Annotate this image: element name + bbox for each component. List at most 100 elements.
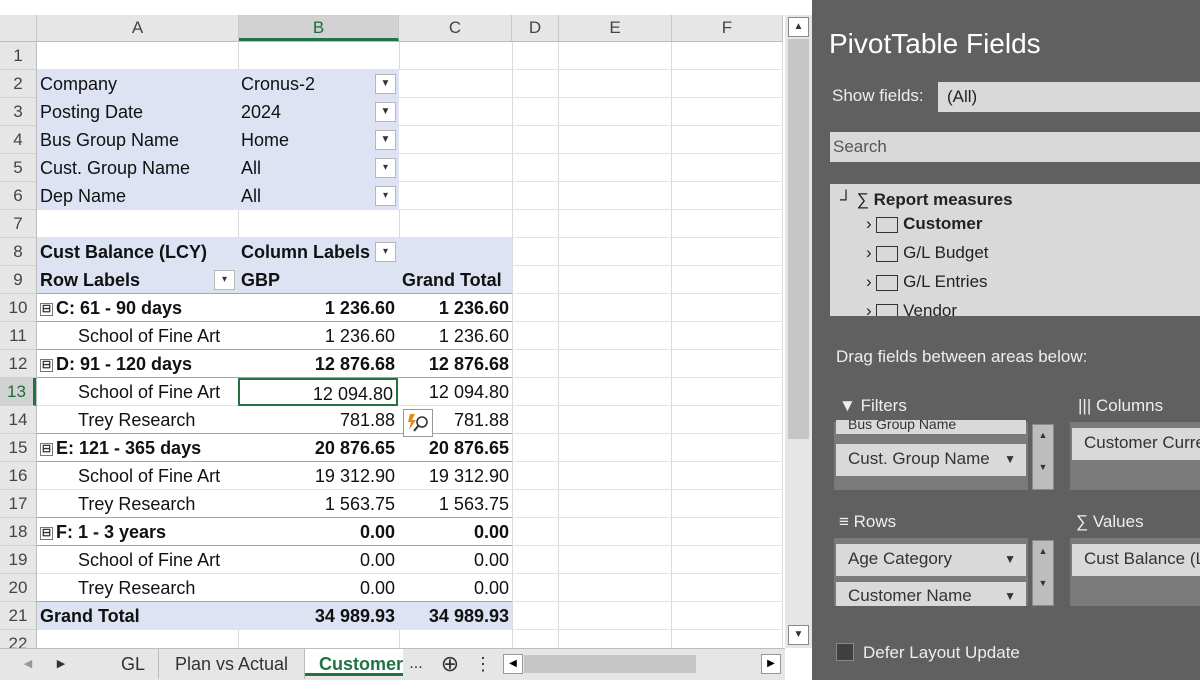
search-input[interactable]: Search [830, 132, 1200, 162]
field-pill[interactable]: Cust. Group Name ▼ [836, 444, 1026, 476]
row-header[interactable]: 18 [0, 518, 36, 546]
funnel-dropdown-icon[interactable]: ▼ [375, 74, 396, 94]
row-header[interactable]: 3 [0, 98, 36, 126]
hscroll-right-icon[interactable]: ▶ [761, 654, 781, 674]
spreadsheet-area: A B C D E F 1 2 3 4 5 6 7 8 9 10 11 12 1… [0, 0, 812, 680]
row-header[interactable]: 14 [0, 406, 36, 434]
row-header[interactable]: 9 [0, 266, 36, 294]
tab-menu-icon[interactable]: ⋮ [470, 649, 496, 679]
tree-root[interactable]: ┘ ∑ Report measures [840, 190, 1013, 210]
field-pill[interactable]: Customer Name ▼ [836, 582, 1026, 606]
scroll-up-icon[interactable]: ▲ [1033, 425, 1053, 457]
collapse-icon[interactable]: ⊟ [40, 442, 53, 456]
funnel-dropdown-icon[interactable]: ▼ [375, 130, 396, 150]
scroll-down-icon[interactable]: ▼ [1033, 457, 1053, 489]
row-header[interactable]: 8 [0, 238, 36, 266]
chevron-down-icon[interactable]: ▾ [375, 158, 396, 178]
collapse-icon[interactable]: ⊟ [40, 302, 53, 316]
chevron-down-icon[interactable]: ▼ [1004, 444, 1016, 474]
tab-scroll-right-icon[interactable]: ▶ [47, 649, 75, 679]
field-pill[interactable]: Cust Balance (LC [1072, 544, 1200, 576]
row-header[interactable]: 20 [0, 574, 36, 602]
row-header[interactable]: 10 [0, 294, 36, 322]
tree-item-customer[interactable]: › Customer [866, 214, 983, 234]
filter-value: All [241, 186, 262, 206]
scroll-thumb[interactable] [788, 39, 809, 439]
expand-icon[interactable]: › [866, 214, 872, 233]
vertical-scrollbar[interactable]: ▲ ▼ [785, 15, 812, 648]
chevron-down-icon[interactable]: ▼ [1004, 544, 1016, 574]
active-cell[interactable]: 12 094.80 [238, 378, 398, 406]
add-sheet-icon[interactable]: ⊕ [436, 649, 464, 679]
tab-customer[interactable]: Customer [305, 649, 403, 676]
pivot-group-row[interactable]: ⊟ C: 61 - 90 days [37, 294, 237, 322]
values-area-title: ∑ Values [1076, 512, 1144, 531]
row-header[interactable]: 21 [0, 602, 36, 630]
tab-plan-vs-actual[interactable]: Plan vs Actual [159, 649, 305, 679]
pivot-cell: 1 236.60 [324, 326, 395, 346]
row-header[interactable]: 19 [0, 546, 36, 574]
tree-item-gl-entries[interactable]: › G/L Entries [866, 272, 988, 292]
column-header-e[interactable]: E [559, 15, 672, 41]
collapse-tree-icon[interactable]: ┘ [840, 190, 852, 209]
funnel-icon: ▼ [839, 396, 856, 415]
row-header[interactable]: 4 [0, 126, 36, 154]
chevron-down-icon[interactable]: ▼ [1004, 582, 1016, 606]
quick-analysis-icon[interactable] [403, 409, 433, 437]
row-header[interactable]: 2 [0, 70, 36, 98]
column-header-f[interactable]: F [672, 15, 783, 41]
column-header-a[interactable]: A [37, 15, 239, 41]
pivot-group-row[interactable]: ⊟ D: 91 - 120 days [37, 350, 237, 378]
row-header[interactable]: 6 [0, 182, 36, 210]
row-header[interactable]: 1 [0, 42, 36, 70]
scroll-down-icon[interactable]: ▼ [1033, 573, 1053, 605]
row-header[interactable]: 12 [0, 350, 36, 378]
column-labels-dropdown-icon[interactable]: ▾ [375, 242, 396, 262]
row-header-selected[interactable]: 13 [0, 378, 36, 406]
pivot-cell: 0.00 [473, 550, 509, 570]
field-tree[interactable]: ┘ ∑ Report measures › Customer › G/L Bud… [830, 184, 1200, 316]
row-header[interactable]: 17 [0, 490, 36, 518]
expand-icon[interactable]: › [866, 243, 872, 262]
horizontal-scroll-thumb[interactable] [524, 655, 696, 673]
row-header[interactable]: 11 [0, 322, 36, 350]
field-pill[interactable]: Age Category ▼ [836, 544, 1026, 576]
select-all-corner[interactable] [0, 15, 37, 41]
filters-scroll[interactable]: ▲ ▼ [1032, 424, 1054, 490]
expand-icon[interactable]: › [866, 272, 872, 291]
scroll-up-icon[interactable]: ▲ [788, 17, 809, 37]
expand-icon[interactable]: › [866, 301, 872, 316]
field-pill[interactable]: Customer Curre [1072, 428, 1200, 460]
collapse-icon[interactable]: ⊟ [40, 358, 53, 372]
row-header[interactable]: 15 [0, 434, 36, 462]
filter-value: Cronus-2 [241, 74, 316, 94]
cell-grid[interactable]: Company Cronus-2 ▼ Posting Date 2024 ▼ B… [37, 42, 783, 658]
show-fields-select[interactable]: (All) [938, 82, 1200, 112]
funnel-dropdown-icon[interactable]: ▼ [375, 102, 396, 122]
chevron-down-icon[interactable]: ▾ [375, 186, 396, 206]
field-pill[interactable]: Bus Group Name [836, 420, 1026, 434]
scroll-down-icon[interactable]: ▼ [788, 625, 809, 645]
pivot-cell: 1 236.60 [438, 298, 509, 318]
row-header[interactable]: 16 [0, 462, 36, 490]
tab-scroll-left-icon[interactable]: ◀ [14, 649, 42, 679]
grand-total-label: Grand Total [40, 606, 140, 626]
column-header-b[interactable]: B [239, 15, 399, 41]
tree-item-gl-budget[interactable]: › G/L Budget [866, 243, 989, 263]
hscroll-left-icon[interactable]: ◀ [503, 654, 523, 674]
scroll-up-icon[interactable]: ▲ [1033, 541, 1053, 573]
column-header-d[interactable]: D [512, 15, 559, 41]
rows-scroll[interactable]: ▲ ▼ [1032, 540, 1054, 606]
more-tabs-button[interactable]: ... [404, 649, 428, 679]
row-header[interactable]: 7 [0, 210, 36, 238]
row-header[interactable]: 5 [0, 154, 36, 182]
row-labels-dropdown-icon[interactable]: ▾ [214, 270, 235, 290]
column-header-c[interactable]: C [399, 15, 512, 41]
collapse-icon[interactable]: ⊟ [40, 526, 53, 540]
defer-checkbox[interactable] [836, 643, 854, 661]
column-headers: A B C D E F [0, 15, 783, 42]
tree-item-vendor[interactable]: › Vendor [866, 301, 957, 316]
tab-gl[interactable]: GL [108, 649, 159, 679]
pivot-group-row[interactable]: ⊟ F: 1 - 3 years [37, 518, 237, 546]
pivot-group-row[interactable]: ⊟ E: 121 - 365 days [37, 434, 237, 462]
